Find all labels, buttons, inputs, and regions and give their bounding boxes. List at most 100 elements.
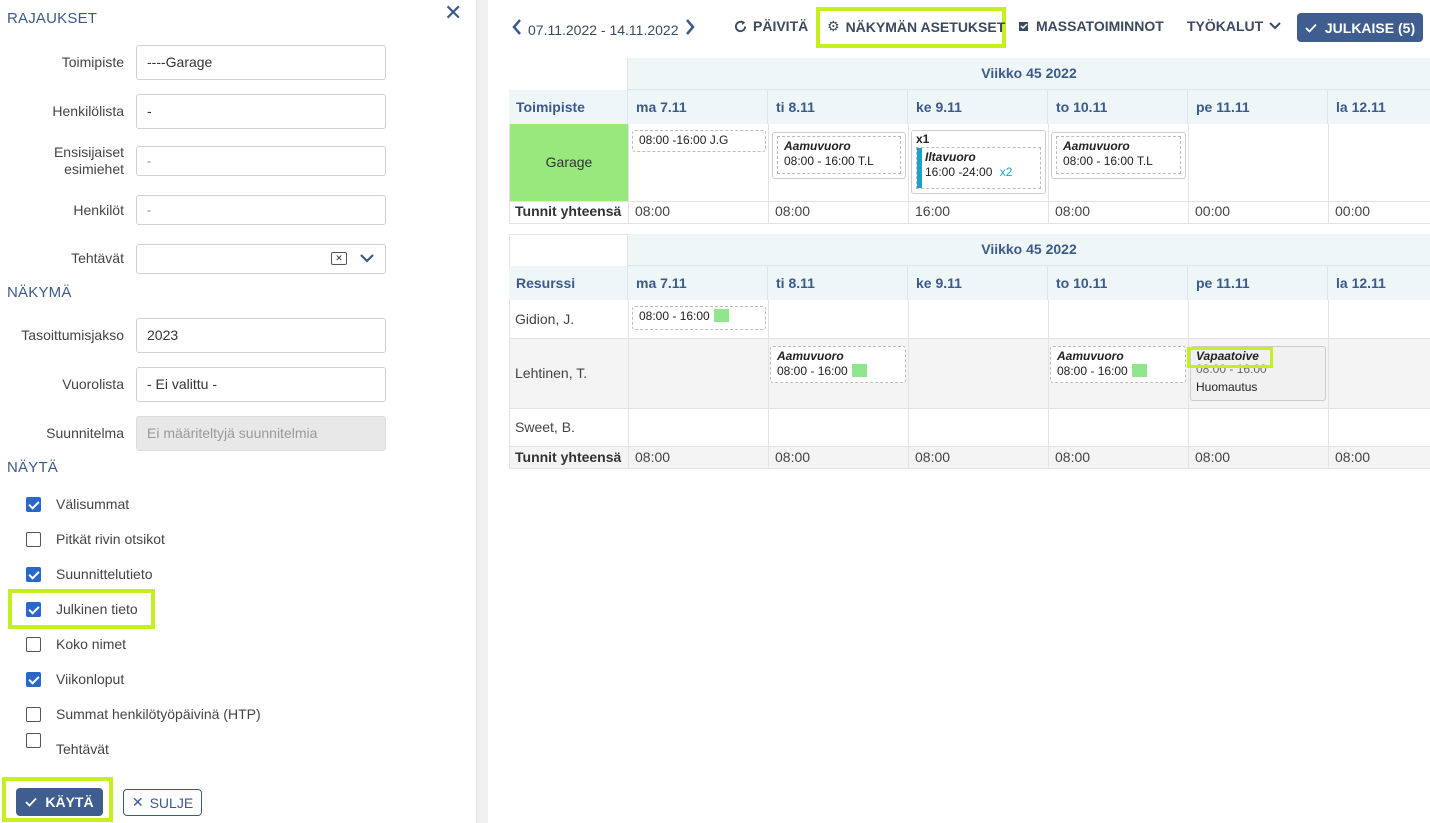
chevron-right-icon[interactable] bbox=[685, 18, 695, 41]
shift-color-bar bbox=[917, 148, 922, 188]
total-value: 08:00 bbox=[915, 449, 951, 465]
plan-input: Ei määriteltyjä suunnitelmia bbox=[136, 416, 386, 451]
resource-column-header: Resurssi bbox=[509, 266, 628, 300]
supervisors-input[interactable]: - bbox=[136, 146, 386, 176]
period-label: Tasoittumisjakso bbox=[21, 327, 124, 343]
shift-card[interactable]: 08:00 - 16:00 bbox=[632, 306, 766, 330]
checkbox-row[interactable]: Viikonloput bbox=[26, 669, 124, 689]
total-value: 00:00 bbox=[1335, 203, 1371, 219]
gear-icon: ⚙ bbox=[827, 18, 840, 34]
checkbox[interactable] bbox=[26, 706, 41, 722]
resource-row-label[interactable]: Lehtinen, T. bbox=[509, 365, 587, 381]
total-value: 08:00 bbox=[775, 449, 811, 465]
total-value: 08:00 bbox=[1055, 449, 1091, 465]
day-header: ma 7.11 bbox=[628, 266, 768, 300]
plan-label: Suunnitelma bbox=[46, 425, 124, 441]
checkbox-label: Tehtävät bbox=[56, 741, 109, 757]
day-header: ke 9.11 bbox=[908, 266, 1048, 300]
personlist-input[interactable]: - bbox=[136, 94, 386, 129]
highlight-box bbox=[8, 589, 155, 629]
week-header: Viikko 45 2022 bbox=[628, 234, 1430, 266]
day-header: ti 8.11 bbox=[768, 90, 908, 124]
checkbox[interactable] bbox=[26, 566, 41, 582]
total-value: 08:00 bbox=[1195, 449, 1231, 465]
close-panel-icon[interactable]: ✕ bbox=[444, 0, 462, 26]
persons-input[interactable]: - bbox=[136, 195, 386, 225]
total-value: 08:00 bbox=[1335, 449, 1371, 465]
view-settings-button[interactable]: ⚙ NÄKYMÄN ASETUKSET bbox=[827, 18, 1005, 35]
chevron-down-icon[interactable] bbox=[359, 249, 375, 270]
day-header: ma 7.11 bbox=[628, 90, 768, 124]
office-row-label[interactable]: Garage bbox=[510, 124, 628, 201]
tasks-label: Tehtävät bbox=[71, 250, 124, 266]
day-header: la 12.11 bbox=[1328, 90, 1430, 124]
filter-panel: RAJAUKSET ✕ Toimipiste ----Garage Henkil… bbox=[0, 0, 476, 823]
total-value: 16:00 bbox=[915, 203, 951, 219]
shift-card[interactable]: Aamuvuoro 08:00 - 16:00 bbox=[770, 346, 906, 383]
total-value: 08:00 bbox=[635, 203, 671, 219]
checkbox-row[interactable]: Summat henkilötyöpäivinä (HTP) bbox=[26, 704, 261, 724]
persons-label: Henkilöt bbox=[73, 202, 124, 218]
supervisors-label: Ensisijaiset esimiehet bbox=[53, 144, 124, 177]
tasks-select[interactable]: ✕ bbox=[136, 244, 386, 274]
date-range-nav[interactable]: 07.11.2022 - 14.11.2022 bbox=[512, 18, 695, 41]
refresh-button[interactable]: PÄIVITÄ bbox=[734, 18, 808, 34]
clear-icon[interactable]: ✕ bbox=[331, 252, 347, 265]
resource-row-label[interactable]: Sweet, B. bbox=[509, 419, 575, 435]
checkbox-row[interactable]: Suunnittelutieto bbox=[26, 564, 153, 584]
day-header: ke 9.11 bbox=[908, 90, 1048, 124]
close-icon: ✕ bbox=[131, 794, 144, 810]
shift-card[interactable]: Aamuvuoro 08:00 - 16:00 bbox=[1050, 346, 1186, 383]
shift-group-card[interactable]: x1 Iltavuoro 16:00 -24:00 x2 bbox=[911, 130, 1046, 194]
status-square bbox=[1131, 364, 1147, 377]
day-header: pe 11.11 bbox=[1188, 266, 1328, 300]
check-icon bbox=[1305, 23, 1317, 33]
week-header: Viikko 45 2022 bbox=[628, 58, 1430, 90]
shift-card[interactable]: Aamuvuoro 08:00 - 16:00 T.L bbox=[1051, 132, 1186, 179]
close-button[interactable]: ✕ SULJE bbox=[123, 789, 202, 816]
day-header: pe 11.11 bbox=[1188, 90, 1328, 124]
checkbox[interactable] bbox=[26, 496, 41, 512]
total-value: 08:00 bbox=[1055, 203, 1091, 219]
total-label: Tunnit yhteensä bbox=[515, 449, 622, 465]
chevron-left-icon[interactable] bbox=[512, 18, 522, 41]
checkbox[interactable] bbox=[26, 531, 41, 547]
day-header: ti 8.11 bbox=[768, 266, 908, 300]
shiftlist-label: Vuorolista bbox=[62, 376, 124, 392]
day-header: la 12.11 bbox=[1328, 266, 1430, 300]
day-header: to 10.11 bbox=[1048, 90, 1188, 124]
day-header: to 10.11 bbox=[1048, 266, 1188, 300]
resource-row-label[interactable]: Gidion, J. bbox=[509, 311, 574, 327]
status-square bbox=[713, 309, 729, 322]
checkbox-row[interactable]: Välisummat bbox=[26, 494, 129, 514]
total-value: 00:00 bbox=[1195, 203, 1231, 219]
status-square bbox=[851, 364, 867, 377]
office-label: Toimipiste bbox=[61, 54, 124, 70]
total-value: 08:00 bbox=[775, 203, 811, 219]
highlight-box bbox=[1187, 347, 1273, 368]
office-column-header: Toimipiste bbox=[509, 90, 628, 124]
mass-actions-button[interactable]: MASSATOIMINNOT bbox=[1018, 18, 1164, 34]
office-input[interactable]: ----Garage bbox=[136, 45, 386, 80]
checkbox[interactable] bbox=[26, 636, 41, 652]
section-show-title: NÄYTÄ bbox=[7, 459, 59, 476]
section-limits-title: RAJAUKSET bbox=[7, 10, 98, 27]
total-value: 08:00 bbox=[635, 449, 671, 465]
period-input[interactable]: 2023 bbox=[136, 318, 386, 353]
shift-card[interactable]: 08:00 -16:00 J.G bbox=[632, 130, 766, 152]
refresh-icon bbox=[734, 19, 747, 32]
apply-button[interactable]: KÄYTÄ bbox=[16, 788, 103, 816]
chevron-down-icon bbox=[1269, 22, 1281, 30]
publish-button[interactable]: JULKAISE (5) bbox=[1297, 13, 1423, 42]
shiftlist-input[interactable]: - Ei valittu - bbox=[136, 367, 386, 402]
checkbox[interactable] bbox=[26, 730, 56, 750]
tools-dropdown[interactable]: TYÖKALUT bbox=[1187, 18, 1281, 34]
checklist-icon bbox=[1019, 22, 1028, 31]
check-icon bbox=[25, 797, 38, 807]
checkbox-row[interactable]: Pitkät rivin otsikot bbox=[26, 529, 165, 549]
total-label: Tunnit yhteensä bbox=[515, 203, 622, 219]
shift-card[interactable]: Aamuvuoro 08:00 - 16:00 T.L bbox=[772, 132, 906, 179]
checkbox[interactable] bbox=[26, 671, 41, 687]
date-range-label: 07.11.2022 - 14.11.2022 bbox=[528, 21, 679, 38]
checkbox-row[interactable]: Koko nimet bbox=[26, 634, 126, 654]
